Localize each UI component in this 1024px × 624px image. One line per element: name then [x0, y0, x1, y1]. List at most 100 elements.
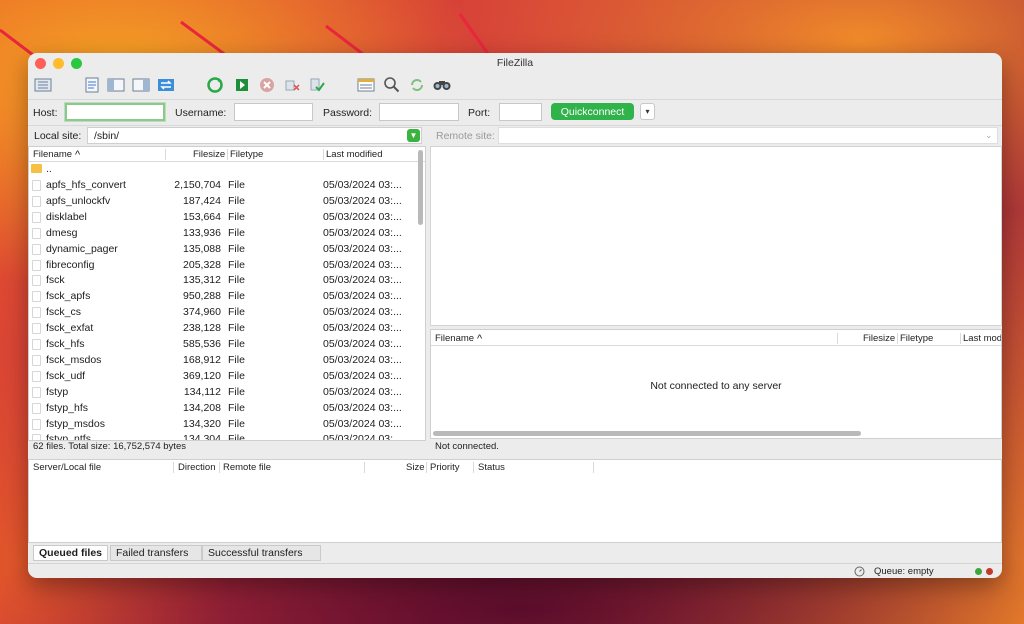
file-modified: 05/03/2024 03:...: [323, 369, 402, 382]
list-item[interactable]: fsck_hfs 585,536 File 05/03/2024 03:...: [29, 336, 415, 352]
sort-ascending-icon[interactable]: ^: [477, 333, 482, 345]
remote-site-path[interactable]: [498, 127, 998, 144]
file-icon: [32, 259, 41, 271]
remote-h-scrollbar[interactable]: [433, 431, 861, 436]
list-item[interactable]: disklabel 153,664 File 05/03/2024 03:...: [29, 209, 415, 225]
list-item[interactable]: fsck 135,312 File 05/03/2024 03:...: [29, 272, 415, 288]
local-scrollbar[interactable]: [418, 150, 423, 225]
file-modified: 05/03/2024 03:...: [323, 353, 402, 366]
tab-failed-transfers[interactable]: Failed transfers: [110, 545, 202, 561]
list-item[interactable]: fstyp_hfs 134,208 File 05/03/2024 03:...: [29, 400, 415, 416]
local-col-filename[interactable]: Filename: [33, 149, 72, 160]
host-input[interactable]: [65, 103, 165, 121]
list-item-parent[interactable]: ..: [29, 161, 415, 177]
list-item[interactable]: fstyp 134,112 File 05/03/2024 03:...: [29, 384, 415, 400]
list-item[interactable]: apfs_hfs_convert 2,150,704 File 05/03/2024 …: [29, 177, 415, 193]
file-modified: 05/03/2024 03:...: [323, 274, 402, 287]
file-name: dmesg: [46, 226, 78, 239]
queue-col-status[interactable]: Status: [478, 462, 505, 473]
file-type: File: [228, 242, 245, 255]
file-name: fsck_msdos: [46, 353, 102, 366]
process-queue-icon[interactable]: [231, 74, 253, 96]
filezilla-window: FileZilla Host: Username: Password: Port…: [28, 53, 1002, 578]
remote-tree-icon[interactable]: [130, 74, 152, 96]
remote-col-filename[interactable]: Filename: [435, 333, 474, 344]
list-item[interactable]: fsck_exfat 238,128 File 05/03/2024 03:...: [29, 320, 415, 336]
list-item[interactable]: fstyp_ntfs 134,304 File 05/03/2024 03:...: [29, 431, 415, 440]
file-size: 134,320: [183, 417, 221, 430]
file-modified: 05/03/2024 03:...: [323, 401, 402, 414]
local-site-dropdown-icon[interactable]: ▼: [407, 129, 420, 142]
remote-col-filesize[interactable]: Filesize: [863, 333, 895, 344]
transfer-indicator-green-icon: [975, 568, 982, 575]
queue-status: Queue: empty: [874, 566, 934, 577]
quickconnect-button[interactable]: Quickconnect: [551, 103, 634, 120]
local-site-path[interactable]: /sbin/: [87, 127, 422, 144]
local-col-modified[interactable]: Last modified: [326, 149, 383, 160]
queue-col-priority[interactable]: Priority: [430, 462, 460, 473]
refresh-icon[interactable]: [204, 74, 226, 96]
file-icon: [32, 354, 41, 366]
sort-ascending-icon[interactable]: ^: [75, 149, 80, 161]
list-item[interactable]: apfs_unlockfv 187,424 File 05/03/2024 03:..…: [29, 193, 415, 209]
speed-limit-icon[interactable]: [854, 566, 865, 577]
sync-browse-icon[interactable]: [406, 74, 428, 96]
compare-icon[interactable]: [381, 74, 403, 96]
queue-col-remote-file[interactable]: Remote file: [223, 462, 271, 473]
remote-tree[interactable]: [430, 146, 1002, 326]
disconnect-icon[interactable]: [281, 74, 303, 96]
file-type: File: [228, 179, 245, 191]
cancel-icon[interactable]: [256, 74, 278, 96]
file-size: 133,936: [183, 226, 221, 239]
filter-icon[interactable]: [355, 74, 377, 96]
queue-col-server-local[interactable]: Server/Local file: [33, 462, 101, 473]
file-name: fstyp_msdos: [46, 417, 105, 430]
list-item[interactable]: fstyp_msdos 134,320 File 05/03/2024 03:...: [29, 416, 415, 432]
file-name: fsck: [46, 274, 65, 287]
list-item[interactable]: dmesg 133,936 File 05/03/2024 03:...: [29, 225, 415, 241]
chevron-down-icon: ▾: [645, 107, 650, 116]
queue-col-direction[interactable]: Direction: [178, 462, 216, 473]
queue-col-size[interactable]: Size: [406, 462, 424, 473]
file-modified: 05/03/2024 03:...: [323, 338, 402, 350]
file-size: 134,112: [183, 385, 221, 398]
list-item[interactable]: fibreconfig 205,328 File 05/03/2024 03:...: [29, 257, 415, 273]
file-size: 374,960: [183, 306, 221, 319]
quickconnect-history-dropdown[interactable]: ▾: [640, 103, 655, 120]
username-input[interactable]: [234, 103, 313, 121]
tab-queued-files[interactable]: Queued files: [33, 545, 109, 561]
list-item[interactable]: fsck_msdos 168,912 File 05/03/2024 03:...: [29, 352, 415, 368]
port-input[interactable]: [499, 103, 542, 121]
file-icon: [32, 386, 41, 398]
local-col-filesize[interactable]: Filesize: [193, 149, 225, 160]
remote-col-modified[interactable]: Last mod: [963, 333, 1001, 344]
remote-site-dropdown-icon[interactable]: ⌄: [985, 130, 993, 141]
file-icon: [32, 227, 41, 239]
list-item[interactable]: fsck_apfs 950,288 File 05/03/2024 03:...: [29, 288, 415, 304]
remote-col-filetype[interactable]: Filetype: [900, 333, 933, 344]
list-item[interactable]: fsck_cs 374,960 File 05/03/2024 03:...: [29, 304, 415, 320]
tab-successful-transfers[interactable]: Successful transfers: [202, 545, 321, 561]
reconnect-icon[interactable]: [306, 74, 328, 96]
site-manager-icon[interactable]: [32, 74, 54, 96]
list-item[interactable]: fsck_udf 369,120 File 05/03/2024 03:...: [29, 368, 415, 384]
file-type: File: [228, 385, 245, 398]
remote-file-list[interactable]: Filename ^ Filesize Filetype Last mod No…: [430, 329, 1002, 439]
transfer-queue[interactable]: Server/Local file Direction Remote file …: [28, 459, 1002, 543]
local-file-list[interactable]: Filename ^ Filesize Filetype Last modifi…: [28, 146, 426, 441]
file-size: 205,328: [183, 258, 221, 271]
transfer-indicator-red-icon: [986, 568, 993, 575]
file-type: File: [228, 210, 245, 223]
search-icon[interactable]: [431, 74, 453, 96]
remote-site-bar: Remote site: ⌄: [430, 127, 1002, 146]
file-modified: 05/03/2024 03:...: [323, 258, 402, 271]
transfer-queue-icon[interactable]: [155, 74, 177, 96]
list-item[interactable]: dynamic_pager 135,088 File 05/03/2024 03:..…: [29, 241, 415, 257]
local-tree-icon[interactable]: [105, 74, 127, 96]
password-input[interactable]: [379, 103, 459, 121]
folder-icon: [31, 164, 42, 173]
message-log-icon[interactable]: [81, 74, 103, 96]
file-type: File: [228, 353, 245, 366]
file-modified: 05/03/2024 03:...: [323, 322, 402, 335]
local-col-filetype[interactable]: Filetype: [230, 149, 263, 160]
